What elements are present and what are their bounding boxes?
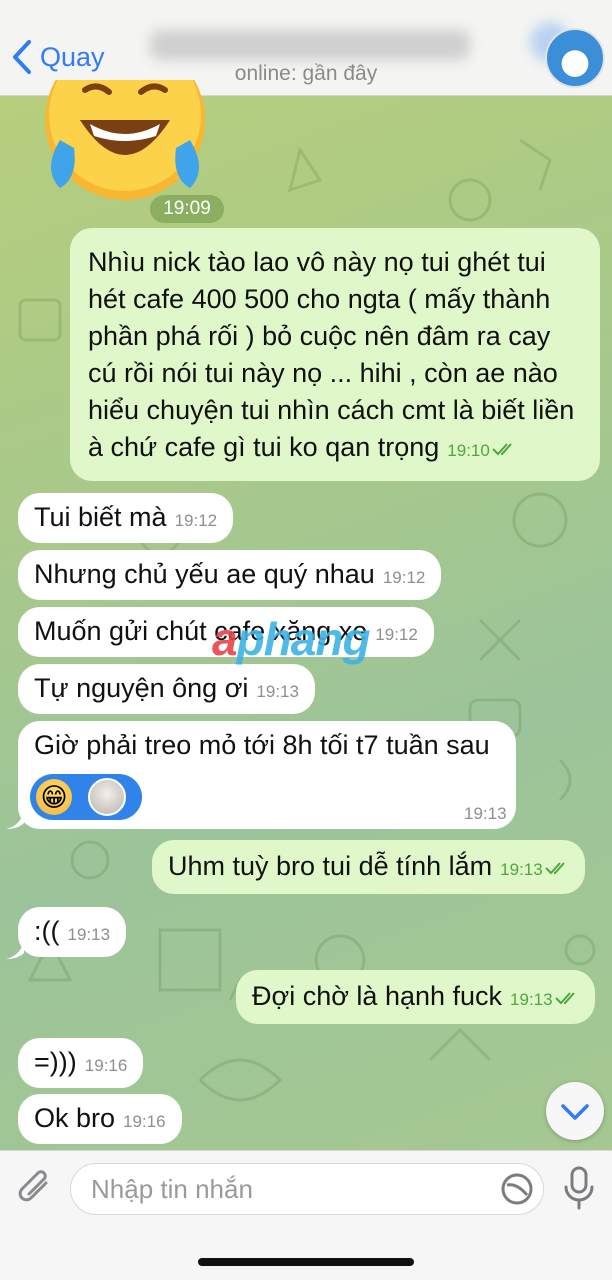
reaction-emoji: 😁 [36,779,72,815]
bubble-tail [6,939,24,959]
message-time: 19:12 [174,511,218,530]
sticker-timestamp: 19:09 [150,195,224,223]
message-text: Đợi chờ là hạnh fuck [252,981,503,1011]
microphone-icon[interactable] [562,1165,596,1211]
message-time: 19:16 [84,1056,128,1075]
contact-avatar[interactable] [545,28,605,88]
double-check-icon [554,992,575,1005]
home-indicator [198,1258,414,1266]
message-text: Tui biết mà [34,502,167,532]
laughing-tears-emoji [45,80,205,200]
message-text: Giờ phải treo mỏ tới 8h tối t7 tuần sau [34,730,490,760]
message-time: 19:13 [464,804,507,823]
message-input[interactable] [91,1172,491,1206]
message-text: Nhưng chủ yếu ae quý nhau [34,559,375,589]
message-text: Tự nguyện ông ơi [34,673,249,703]
message-time: 19:16 [123,1112,166,1131]
message-time: 19:10 [447,441,490,460]
message-outgoing[interactable]: Đợi chờ là hạnh fuck 19:13 [236,970,595,1024]
message-text: Nhìu nick tào lao vô này nọ tui ghét tui… [88,247,575,462]
message-incoming[interactable]: :(( 19:13 [18,907,127,957]
message-text: :(( [34,916,60,946]
message-text: Uhm tuỳ bro tui dễ tính lắm [168,851,493,881]
message-time: 19:13 [256,682,299,701]
message-time: 19:12 [375,625,418,644]
message-text: =))) [34,1047,77,1077]
message-incoming[interactable]: Ok bro 19:16 [18,1094,182,1144]
bubble-tail [6,809,24,829]
message-field [70,1163,544,1215]
reaction-chip[interactable]: 😁 [30,774,142,820]
paperclip-icon[interactable] [16,1167,56,1211]
double-check-icon [544,862,565,875]
message-incoming[interactable]: Tự nguyện ông ơi 19:13 [18,664,315,714]
double-check-icon [492,443,512,456]
chevron-down-icon [561,1104,589,1120]
reaction-avatar [88,778,126,816]
message-incoming[interactable]: =))) 19:16 [18,1038,144,1088]
message-incoming[interactable]: Nhưng chủ yếu ae quý nhau 19:12 [18,550,442,600]
message-outgoing[interactable]: Nhìu nick tào lao vô này nọ tui ghét tui… [70,228,600,481]
message-text: Ok bro [34,1103,116,1133]
message-incoming[interactable]: Tui biết mà 19:12 [18,493,234,543]
contact-name-redacted[interactable] [150,30,470,60]
message-outgoing[interactable]: Uhm tuỳ bro tui dễ tính lắm 19:13 [152,840,585,894]
watermark-logo: aphang [212,613,371,665]
message-time: 19:13 [500,860,543,879]
message-time: 19:12 [382,568,426,587]
message-time: 19:13 [67,925,111,944]
sticker-icon[interactable] [499,1171,535,1207]
scroll-to-bottom-button[interactable] [546,1082,604,1140]
message-time: 19:13 [510,990,553,1009]
